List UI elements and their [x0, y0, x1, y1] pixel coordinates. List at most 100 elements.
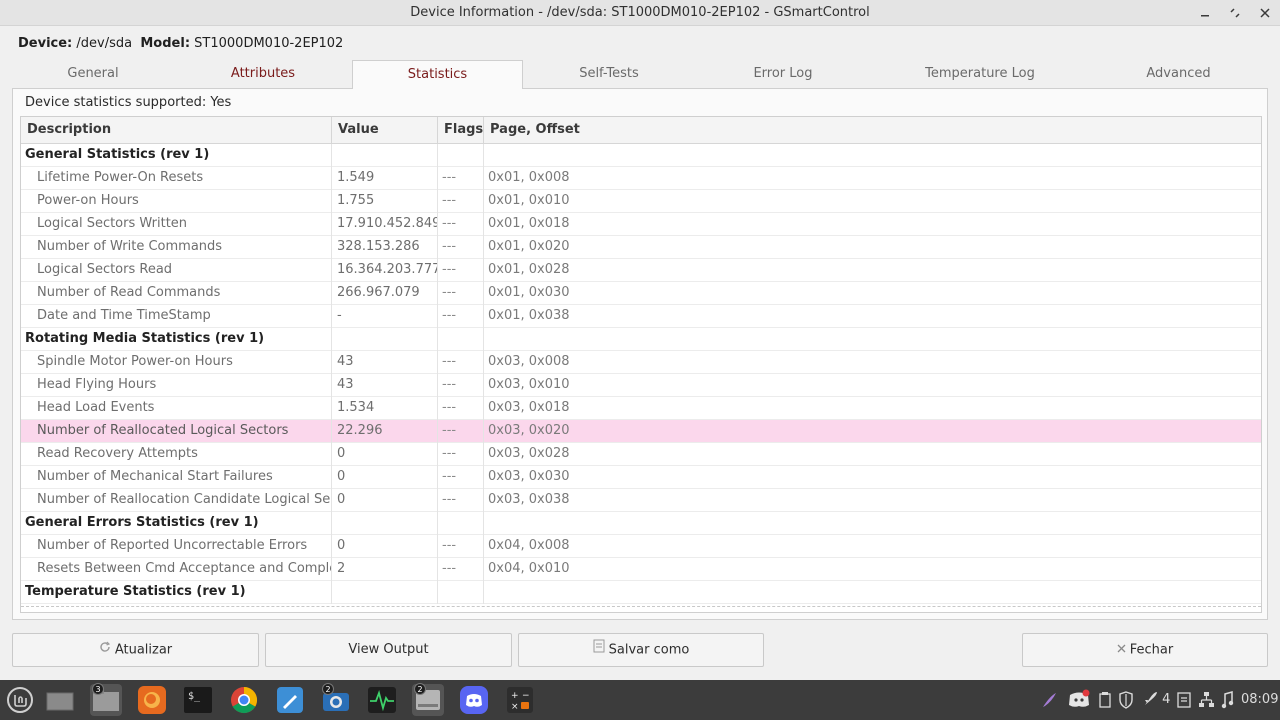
- column-header-value[interactable]: Value: [332, 117, 438, 144]
- close-icon: [1117, 634, 1126, 666]
- page-offset-cell: [484, 144, 1261, 167]
- table-group-row[interactable]: General Errors Statistics (rev 1): [21, 512, 1261, 535]
- table-group-row[interactable]: Rotating Media Statistics (rev 1): [21, 328, 1261, 351]
- table-row[interactable]: Number of Reallocated Logical Sectors 22.…: [21, 420, 1261, 443]
- discord-tray-icon[interactable]: [1068, 680, 1090, 720]
- value-cell: 0: [332, 535, 438, 558]
- network-icon: [1199, 692, 1214, 707]
- text-editor-icon: [277, 687, 303, 713]
- table-row[interactable]: Number of Mechanical Start Failures 0 --- 0…: [21, 466, 1261, 489]
- table-row[interactable]: Head Flying Hours 43 --- 0x03, 0x010: [21, 374, 1261, 397]
- flags-cell: ---: [438, 558, 484, 581]
- clock[interactable]: 08:09: [1241, 680, 1278, 720]
- table-row[interactable]: Power-on Hours 1.755 --- 0x01, 0x010: [21, 190, 1261, 213]
- value-cell: 1.534: [332, 397, 438, 420]
- save-as-button[interactable]: Salvar como: [518, 633, 764, 667]
- system-monitor-launcher[interactable]: [366, 684, 398, 716]
- tab-error-log[interactable]: Error Log: [695, 60, 871, 89]
- mint-menu-button[interactable]: [4, 684, 36, 716]
- discord-icon: [1069, 689, 1090, 707]
- flags-cell: ---: [438, 397, 484, 420]
- statistics-table[interactable]: Description Value Flags Page, Offset Gen…: [20, 116, 1262, 613]
- window-titlebar: Device Information - /dev/sda: ST1000DM0…: [0, 0, 1280, 26]
- tab-statistics[interactable]: Statistics: [352, 60, 523, 89]
- value-cell: [332, 328, 438, 351]
- tab-temperature-log[interactable]: Temperature Log: [875, 60, 1085, 89]
- table-row[interactable]: Spindle Motor Power-on Hours 43 --- 0x03, 0…: [21, 351, 1261, 374]
- discord-launcher[interactable]: [458, 684, 490, 716]
- notes-tray-icon[interactable]: [1176, 680, 1192, 720]
- document-icon: [593, 634, 605, 666]
- refresh-button[interactable]: Atualizar: [12, 633, 259, 667]
- description-cell: Number of Write Commands: [21, 236, 332, 259]
- table-group-row[interactable]: Temperature Statistics (rev 1): [21, 581, 1261, 604]
- sound-tray-icon[interactable]: [1220, 680, 1234, 720]
- minimize-button[interactable]: [1196, 4, 1214, 22]
- chrome-launcher[interactable]: [228, 684, 260, 716]
- tab-attributes[interactable]: Attributes: [178, 60, 348, 89]
- description-cell: Read Recovery Attempts: [21, 443, 332, 466]
- value-cell: -: [332, 305, 438, 328]
- description-cell: Number of Reallocation Candidate Logical…: [21, 489, 332, 512]
- terminal-launcher[interactable]: $_: [182, 684, 214, 716]
- close-button[interactable]: Fechar: [1022, 633, 1268, 667]
- files-launcher[interactable]: 3: [90, 683, 122, 716]
- table-row[interactable]: Resets Between Cmd Acceptance and Comple…: [21, 558, 1261, 581]
- network-tray-icon[interactable]: [1198, 680, 1214, 720]
- table-row[interactable]: Lifetime Power-On Resets 1.549 --- 0x01, 0x…: [21, 167, 1261, 190]
- model-label: Model:: [140, 36, 191, 51]
- flags-cell: [438, 581, 484, 604]
- tab-advanced[interactable]: Advanced: [1089, 60, 1268, 89]
- updates-tray-icon[interactable]: 4: [1142, 680, 1170, 720]
- value-cell: 1.549: [332, 167, 438, 190]
- table-row[interactable]: Number of Reported Uncorrectable Errors 0…: [21, 535, 1261, 558]
- table-row[interactable]: Read Recovery Attempts 0 --- 0x03, 0x028: [21, 443, 1261, 466]
- table-row[interactable]: Number of Reallocation Candidate Logical…: [21, 489, 1261, 512]
- table-group-row[interactable]: General Statistics (rev 1): [21, 144, 1261, 167]
- table-row[interactable]: Date and Time TimeStamp - --- 0x01, 0x038: [21, 305, 1261, 328]
- shield-icon: [1119, 691, 1133, 709]
- tab-self-tests[interactable]: Self-Tests: [527, 60, 691, 89]
- close-window-button[interactable]: [1256, 4, 1274, 22]
- description-cell: Date and Time TimeStamp: [21, 305, 332, 328]
- maximize-button[interactable]: [1226, 4, 1244, 22]
- page-offset-cell: 0x01, 0x038: [488, 308, 570, 323]
- flags-cell: ---: [438, 190, 484, 213]
- tab-general[interactable]: General: [12, 60, 174, 89]
- value-cell: 266.967.079: [332, 282, 438, 305]
- calculator-launcher[interactable]: + − ×: [504, 684, 536, 716]
- clipboard-tray-icon[interactable]: [1098, 680, 1112, 720]
- screenshot-launcher[interactable]: 2: [320, 683, 352, 716]
- flags-cell: ---: [438, 282, 484, 305]
- page-offset-cell: 0x01, 0x010: [488, 193, 570, 208]
- desktop-icon: [46, 692, 74, 711]
- svg-text:+: +: [511, 691, 519, 701]
- table-row[interactable]: Number of Read Commands 266.967.079 --- 0x0…: [21, 282, 1261, 305]
- table-row[interactable]: Head Load Events 1.534 --- 0x03, 0x018: [21, 397, 1261, 420]
- close-icon: [1260, 8, 1270, 18]
- shield-tray-icon[interactable]: [1118, 680, 1134, 720]
- table-row[interactable]: Number of Write Commands 328.153.286 --- 0x…: [21, 236, 1261, 259]
- text-editor-launcher[interactable]: [274, 684, 306, 716]
- clipboard-icon: [1099, 692, 1111, 708]
- feather-tray-icon[interactable]: [1040, 680, 1058, 720]
- column-header-page-offset[interactable]: Page, Offset: [484, 117, 1261, 144]
- svg-text:−: −: [522, 691, 530, 701]
- value-cell: [332, 144, 438, 167]
- description-cell: General Errors Statistics (rev 1): [21, 512, 332, 535]
- column-header-description[interactable]: Description: [21, 117, 332, 144]
- description-cell: Power-on Hours: [21, 190, 332, 213]
- description-cell: General Statistics (rev 1): [21, 144, 332, 167]
- description-cell: Logical Sectors Read: [21, 259, 332, 282]
- table-row[interactable]: Logical Sectors Read 16.364.203.777 --- 0x0…: [21, 259, 1261, 282]
- column-header-flags[interactable]: Flags: [438, 117, 484, 144]
- show-desktop-button[interactable]: [44, 684, 76, 716]
- terminal-icon: $_: [184, 687, 212, 713]
- notes-icon: [1177, 692, 1191, 708]
- table-row[interactable]: Logical Sectors Written 17.910.452.849 ---…: [21, 213, 1261, 236]
- gsmartcontrol-launcher[interactable]: 2: [412, 683, 444, 716]
- flags-cell: ---: [438, 259, 484, 282]
- view-output-button[interactable]: View Output: [265, 633, 512, 667]
- description-cell: Temperature Statistics (rev 1): [21, 581, 332, 604]
- firefox-launcher[interactable]: [136, 684, 168, 716]
